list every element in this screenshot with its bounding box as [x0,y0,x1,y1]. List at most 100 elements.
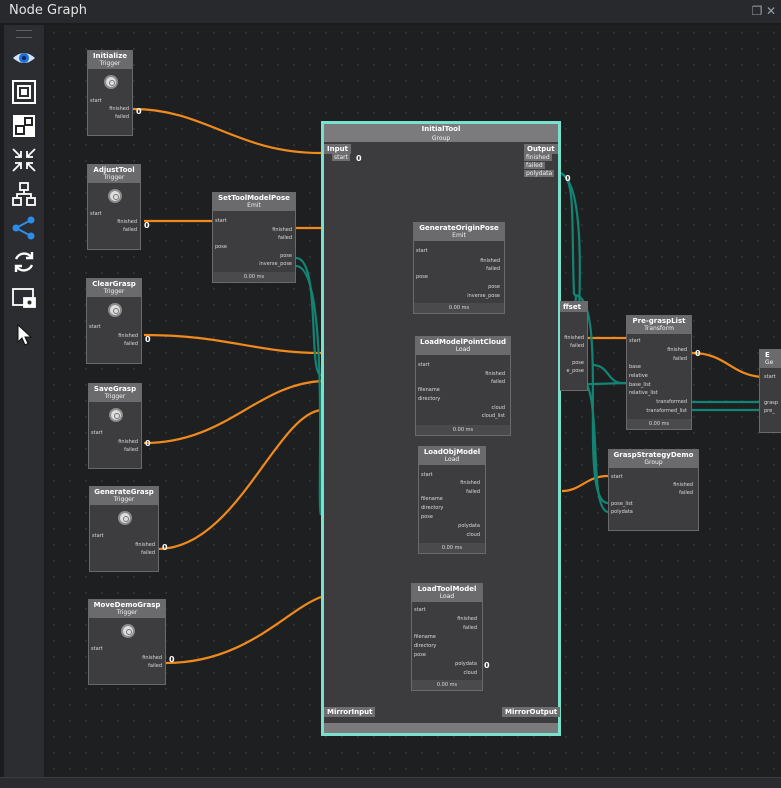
port-base[interactable]: base [629,364,641,370]
group-input-start[interactable]: start [332,154,350,161]
port-finished[interactable]: finished [460,480,480,486]
port-finished[interactable]: finished [485,371,505,377]
node-save-grasp[interactable]: SaveGrasp Trigger start finished failed [88,383,142,469]
port-grasp[interactable]: grasp [764,400,778,406]
port-finished[interactable]: finished [457,616,477,622]
screenshot-icon[interactable] [11,285,37,311]
port-pose-in[interactable]: pose [416,274,428,280]
port-start[interactable]: start [215,218,227,224]
trigger-button-icon[interactable] [108,189,122,203]
port-failed[interactable]: failed [679,490,693,496]
port-start[interactable]: start [91,646,103,652]
port-failed[interactable]: failed [124,341,138,347]
frame-select-icon[interactable] [11,79,37,105]
node-pre-grasp-list[interactable]: Pre-graspList Transform start base relat… [626,315,692,430]
port-cloud[interactable]: cloud [491,405,505,411]
port-finished[interactable]: finished [109,106,129,112]
port-failed[interactable]: failed [463,625,477,631]
port-pose-list[interactable]: pose_list [611,501,633,507]
port-inverse-pose[interactable]: e_pose [567,368,585,374]
node-grasp-strategy-demo[interactable]: GraspStrategyDemo Group start pose_list … [608,449,699,531]
node-load-tool-model[interactable]: LoadToolModel Load start filename direct… [411,583,483,691]
port-start[interactable]: start [611,474,623,480]
node-adjust-tool[interactable]: AdjustTool Trigger start finished failed [87,164,141,250]
port-start[interactable]: start [414,607,426,613]
mirror-output-tab[interactable]: MirrorOutput [502,707,561,717]
port-failed[interactable]: failed [115,114,129,120]
node-set-tool-model-pose[interactable]: SetToolModelPose Emit start pose finishe… [212,192,296,283]
node-partial-right[interactable]: E Ge start grasp pre_ [759,349,781,433]
port-failed[interactable]: failed [148,663,162,669]
port-polydata[interactable]: polydata [458,523,480,529]
node-load-obj-model[interactable]: LoadObjModel Load start filename directo… [418,446,486,554]
trigger-button-icon[interactable] [108,303,122,317]
port-finished[interactable]: finished [272,227,292,233]
port-polydata[interactable]: polydata [455,661,477,667]
port-start[interactable]: start [90,98,102,104]
port-finished[interactable]: finished [673,482,693,488]
port-finished[interactable]: finished [564,335,584,341]
port-finished[interactable]: finished [117,219,137,225]
port-polydata[interactable]: polydata [611,509,633,515]
port-cloud-list[interactable]: cloud_list [482,413,505,419]
port-pre[interactable]: pre_ [764,408,775,414]
node-move-demo-grasp[interactable]: MoveDemoGrasp Trigger start finished fai… [88,599,166,685]
layout-tree-icon[interactable] [11,181,37,207]
port-finished[interactable]: finished [118,333,138,339]
port-filename[interactable]: filename [421,496,443,502]
trigger-button-icon[interactable] [118,511,132,525]
mirror-input-tab[interactable]: MirrorInput [324,707,376,717]
node-initialize[interactable]: Initialize Trigger start finished failed [87,50,133,136]
port-failed[interactable]: failed [141,550,155,556]
port-cloud[interactable]: cloud [463,670,477,676]
port-finished[interactable]: finished [142,655,162,661]
port-transformed-list[interactable]: transformed_list [646,408,687,414]
port-cloud[interactable]: cloud [466,532,480,538]
pointer-icon[interactable] [11,321,37,347]
port-start[interactable]: start [92,533,104,539]
port-filename[interactable]: filename [418,387,440,393]
node-offset-partial[interactable]: ffset finished failed pose e_pose [560,301,588,391]
port-pose[interactable]: pose [572,360,584,366]
toolbar-grip[interactable] [16,30,32,38]
port-failed[interactable]: failed [673,356,687,362]
node-generate-origin-pose[interactable]: GenerateOriginPose Emit start pose finis… [413,222,505,314]
group-output-tab[interactable]: Output [524,144,558,154]
port-inverse-pose[interactable]: inverse_pose [259,261,292,267]
refresh-icon[interactable] [11,249,37,275]
port-failed[interactable]: failed [486,266,500,272]
eye-icon[interactable] [11,45,37,71]
node-clear-grasp[interactable]: ClearGrasp Trigger start finished failed [86,278,142,364]
trigger-button-icon[interactable] [121,624,135,638]
port-relative[interactable]: relative [629,373,648,379]
port-failed[interactable]: failed [491,379,505,385]
port-finished[interactable]: finished [135,542,155,548]
port-start[interactable]: start [416,248,428,254]
port-failed[interactable]: failed [123,227,137,233]
port-transformed[interactable]: transformed [656,399,687,405]
port-start[interactable]: start [89,324,101,330]
port-directory[interactable]: directory [421,505,443,511]
node-generate-grasp[interactable]: GenerateGrasp Trigger start finished fai… [89,486,159,572]
port-pose[interactable]: pose [421,514,433,520]
port-finished[interactable]: finished [667,347,687,353]
port-start[interactable]: start [91,430,103,436]
port-directory[interactable]: directory [418,396,440,402]
fit-view-icon[interactable] [11,113,37,139]
port-base-list[interactable]: base_list [629,382,651,388]
port-pose[interactable]: pose [280,253,292,259]
port-filename[interactable]: filename [414,634,436,640]
trigger-button-icon[interactable] [104,75,118,89]
port-start[interactable]: start [629,338,641,344]
port-finished[interactable]: finished [118,439,138,445]
port-failed[interactable]: failed [278,235,292,241]
group-output-finished[interactable]: finished [524,154,552,161]
group-output-polydata[interactable]: polydata [524,170,555,177]
port-start[interactable]: start [90,211,102,217]
close-icon[interactable]: ✕ [765,5,777,17]
port-start[interactable]: start [418,362,430,368]
port-finished[interactable]: finished [480,258,500,264]
port-failed[interactable]: failed [466,489,480,495]
port-pose[interactable]: pose [414,652,426,658]
share-nodes-icon[interactable] [11,215,37,241]
